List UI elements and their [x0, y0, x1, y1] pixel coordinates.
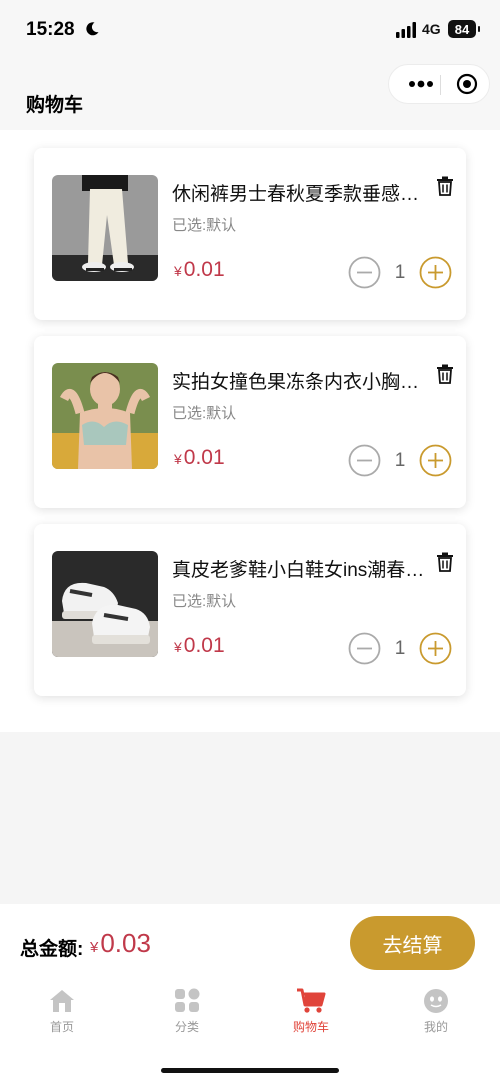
cart-list: 休闲裤男士春秋夏季款垂感宽松直筒长裤 已选:默认 ¥0.01 1	[0, 130, 500, 732]
battery-indicator: 84	[448, 20, 480, 38]
tab-profile[interactable]: 我的	[396, 988, 476, 1044]
cart-item: 实拍女撞色果冻条内衣小胸聚拢无痕文胸 已选:默认 ¥0.01 1	[34, 336, 466, 508]
price-value: 0.01	[183, 446, 225, 469]
checkout-button[interactable]: 去结算	[350, 916, 475, 970]
currency-symbol: ¥	[90, 939, 99, 956]
item-price: ¥0.01	[174, 258, 225, 282]
category-icon	[175, 988, 200, 1012]
product-image-sneakers-graphic	[52, 551, 158, 657]
cart-item: 休闲裤男士春秋夏季款垂感宽松直筒长裤 已选:默认 ¥0.01 1	[34, 148, 466, 320]
home-indicator	[161, 1068, 339, 1073]
increase-quantity-button[interactable]	[419, 256, 452, 289]
decrease-quantity-button[interactable]	[348, 632, 381, 665]
decrease-quantity-button[interactable]	[348, 256, 381, 289]
item-price: ¥0.01	[174, 446, 225, 470]
item-spec: 已选:默认	[172, 405, 237, 422]
tab-label: 我的	[423, 1020, 448, 1034]
currency-symbol: ¥	[174, 639, 182, 655]
price-value: 0.01	[183, 634, 225, 657]
close-target-icon	[456, 73, 478, 95]
mini-program-capsule	[388, 64, 490, 104]
item-title[interactable]: 真皮老爹鞋小白鞋女ins潮春秋新款厚底	[172, 555, 430, 582]
cart-item: 真皮老爹鞋小白鞋女ins潮春秋新款厚底 已选:默认 ¥0.01 1	[34, 524, 466, 696]
price-value: 0.01	[183, 258, 225, 281]
page-title: 购物车	[26, 95, 84, 116]
item-price: ¥0.01	[174, 634, 225, 658]
item-spec: 已选:默认	[172, 217, 237, 234]
status-time: 15:28	[26, 19, 75, 40]
item-spec: 已选:默认	[172, 593, 237, 610]
item-title[interactable]: 休闲裤男士春秋夏季款垂感宽松直筒长裤	[172, 179, 430, 206]
product-image-pants[interactable]	[52, 175, 158, 281]
nav-bar: 购物车	[0, 60, 500, 130]
profile-icon	[424, 989, 448, 1013]
tab-cart[interactable]: 购物车	[271, 988, 351, 1044]
product-image-pants-graphic	[52, 175, 158, 281]
moon-icon	[86, 22, 99, 36]
quantity-value: 1	[394, 638, 406, 659]
item-title[interactable]: 实拍女撞色果冻条内衣小胸聚拢无痕文胸	[172, 367, 430, 394]
increase-quantity-button[interactable]	[419, 444, 452, 477]
decrease-quantity-button[interactable]	[348, 444, 381, 477]
total-amount: ¥0.03	[90, 928, 151, 959]
home-icon	[50, 990, 74, 1012]
total-label: 总金额:	[20, 939, 84, 960]
product-image-sneakers[interactable]	[52, 551, 158, 657]
currency-symbol: ¥	[174, 451, 182, 467]
trash-icon[interactable]	[436, 176, 454, 196]
capsule-divider	[440, 75, 441, 95]
increase-quantity-button[interactable]	[419, 632, 452, 665]
trash-icon[interactable]	[436, 364, 454, 384]
currency-symbol: ¥	[174, 263, 182, 279]
checkout-bar: 总金额: ¥0.03 去结算	[0, 904, 500, 984]
status-bar: 15:28 4G 84	[0, 0, 500, 60]
tab-label: 购物车	[292, 1020, 329, 1034]
tab-label: 首页	[49, 1020, 74, 1034]
product-image-bra[interactable]	[52, 363, 158, 469]
quantity-value: 1	[394, 450, 406, 471]
tab-label: 分类	[174, 1020, 199, 1034]
tab-category[interactable]: 分类	[147, 988, 227, 1044]
more-button[interactable]	[401, 65, 441, 103]
trash-icon[interactable]	[436, 552, 454, 572]
more-icon	[409, 80, 433, 88]
product-image-bra-graphic	[52, 363, 158, 469]
total-value: 0.03	[100, 928, 151, 958]
signal-icon	[396, 22, 416, 38]
cart-icon	[297, 988, 326, 1013]
close-button[interactable]	[447, 65, 487, 103]
network-type: 4G	[422, 21, 441, 37]
tab-home[interactable]: 首页	[22, 988, 102, 1044]
quantity-value: 1	[394, 262, 406, 283]
